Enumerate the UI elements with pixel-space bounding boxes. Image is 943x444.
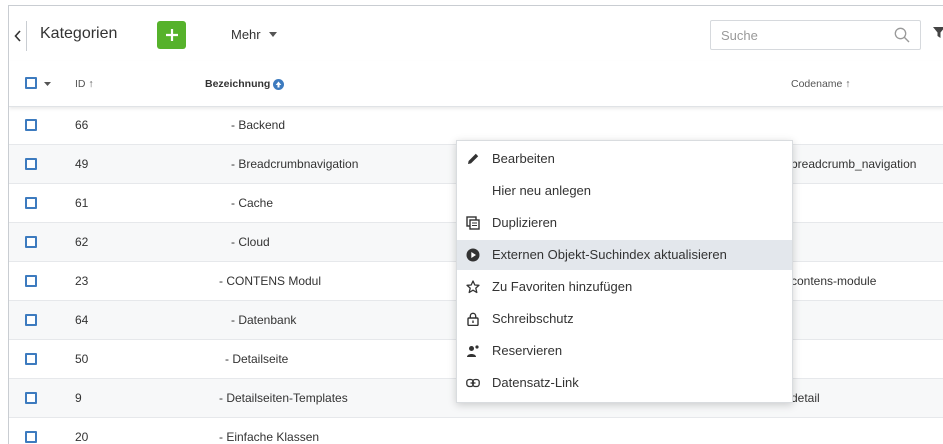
back-button[interactable] (9, 21, 27, 51)
link-icon (466, 376, 480, 390)
duplicate-icon (466, 216, 480, 230)
select-all-checkbox[interactable] (25, 77, 37, 89)
row-checkbox[interactable] (25, 431, 37, 443)
filter-icon[interactable] (933, 27, 943, 39)
row-id: 9 (75, 391, 82, 405)
menu-item-label: Reservieren (492, 343, 563, 358)
menu-item-label: Datensatz-Link (492, 375, 579, 390)
menu-item-label: Externen Objekt-Suchindex aktualisieren (492, 247, 727, 262)
table-row[interactable]: 20 - Einfache Klassen (9, 418, 943, 444)
row-checkbox[interactable] (25, 353, 37, 365)
app-frame: Kategorien Mehr ID ↑ Bezeichnung Codenam… (8, 5, 943, 444)
sort-up-icon (273, 78, 285, 90)
menu-item-label: Duplizieren (492, 215, 558, 230)
context-menu: Bearbeiten Hier neu anlegen Duplizieren … (456, 140, 793, 403)
menu-item-create-here[interactable]: Hier neu anlegen (457, 176, 792, 206)
row-id: 64 (75, 313, 89, 327)
play-circle-icon (466, 248, 480, 262)
menu-item-label: Bearbeiten (492, 151, 555, 166)
user-reserve-icon (466, 344, 480, 358)
search-box (710, 20, 921, 50)
row-checkbox[interactable] (25, 197, 37, 209)
column-header-id[interactable]: ID ↑ (75, 78, 94, 90)
row-id: 50 (75, 352, 89, 366)
row-name: - Einfache Klassen (219, 430, 320, 444)
search-icon[interactable] (894, 27, 910, 43)
chevron-left-icon (13, 30, 21, 42)
column-header-name-label: Bezeichnung (205, 78, 271, 90)
menu-item-label: Zu Favoriten hinzufügen (492, 279, 633, 294)
pencil-icon (466, 152, 480, 166)
row-checkbox[interactable] (25, 119, 37, 131)
row-id: 49 (75, 157, 89, 171)
menu-item-update-search-index[interactable]: Externen Objekt-Suchindex aktualisieren (457, 240, 792, 270)
lock-icon (466, 312, 480, 326)
row-id: 23 (75, 274, 89, 288)
row-name: - Cache (231, 196, 274, 210)
search-input[interactable] (719, 27, 883, 44)
row-name: - Backend (231, 118, 286, 132)
row-codename: breadcrumb_navigation (791, 157, 917, 171)
row-name: - CONTENS Modul (219, 274, 322, 288)
row-id: 62 (75, 235, 89, 249)
caret-down-icon[interactable] (44, 82, 51, 86)
row-checkbox[interactable] (25, 236, 37, 248)
more-dropdown[interactable]: Mehr (231, 27, 277, 42)
column-header-codename[interactable]: Codename ↑ (791, 78, 851, 90)
row-codename: contens-module (791, 274, 877, 288)
row-checkbox[interactable] (25, 275, 37, 287)
menu-item-add-favorite[interactable]: Zu Favoriten hinzufügen (457, 272, 792, 302)
row-id: 20 (75, 430, 89, 444)
menu-item-label: Schreibschutz (492, 311, 574, 326)
row-name: - Detailseiten-Templates (219, 391, 348, 405)
row-name: - Breadcrumbnavigation (231, 157, 359, 171)
table-header: ID ↑ Bezeichnung Codename ↑ (9, 61, 943, 107)
add-button[interactable] (157, 21, 186, 49)
row-checkbox[interactable] (25, 392, 37, 404)
menu-item-edit[interactable]: Bearbeiten (457, 144, 792, 174)
column-header-name[interactable]: Bezeichnung (205, 78, 285, 90)
menu-item-label: Hier neu anlegen (492, 183, 592, 198)
caret-down-icon (268, 32, 277, 37)
row-codename: detail (791, 391, 820, 405)
row-checkbox[interactable] (25, 158, 37, 170)
menu-item-duplicate[interactable]: Duplizieren (457, 208, 792, 238)
row-id: 61 (75, 196, 89, 210)
plus-icon (165, 29, 178, 41)
row-name: - Datenbank (231, 313, 297, 327)
row-checkbox[interactable] (25, 314, 37, 326)
row-id: 66 (75, 118, 89, 132)
menu-item-write-protect[interactable]: Schreibschutz (457, 304, 792, 334)
row-name: - Detailseite (225, 352, 289, 366)
menu-item-record-link[interactable]: Datensatz-Link (457, 368, 792, 398)
page-title: Kategorien (40, 25, 118, 42)
row-name: - Cloud (231, 235, 270, 249)
toolbar: Kategorien Mehr (9, 6, 943, 61)
star-icon (466, 280, 480, 294)
menu-item-reserve[interactable]: Reservieren (457, 336, 792, 366)
more-label: Mehr (231, 27, 261, 42)
